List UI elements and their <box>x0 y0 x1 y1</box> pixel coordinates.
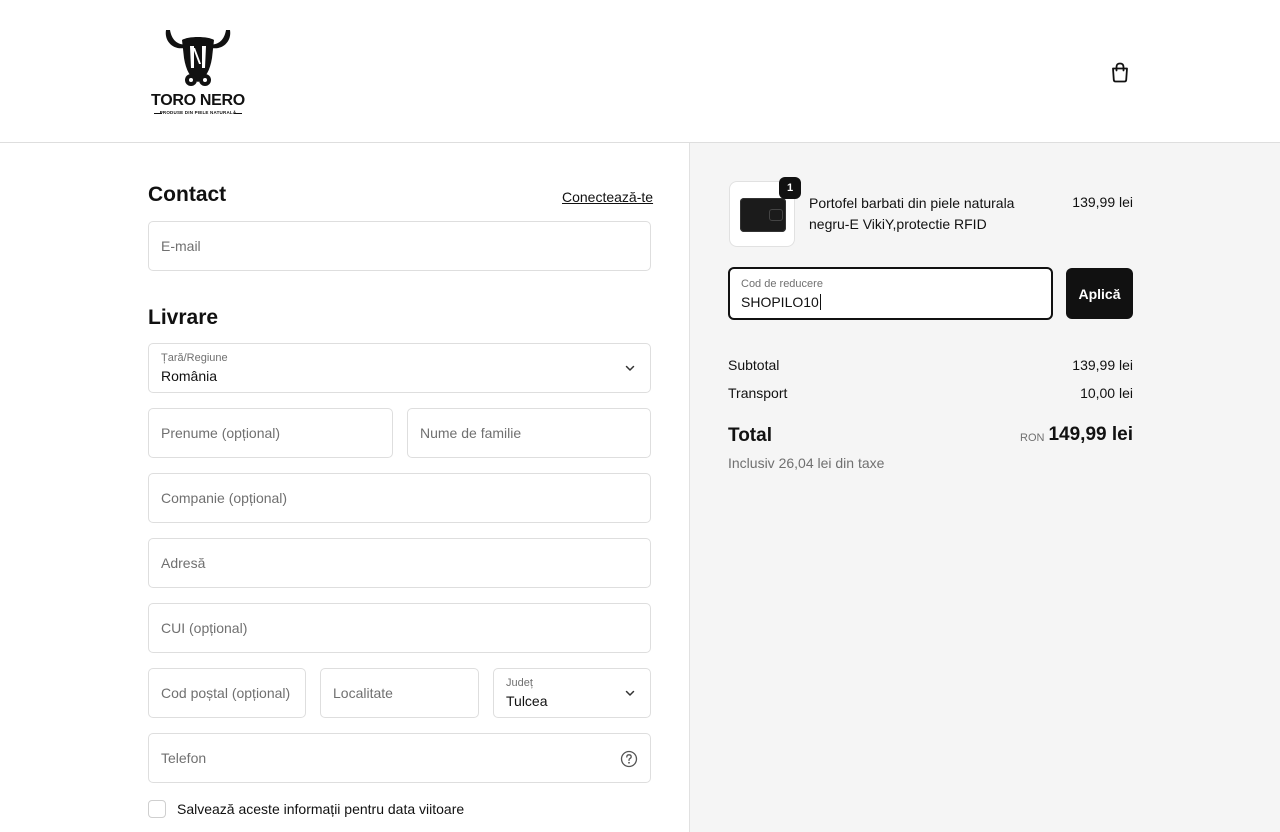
phone-field[interactable]: Telefon <box>148 733 651 783</box>
save-info-row[interactable]: Salvează aceste informații pentru data v… <box>148 799 464 819</box>
email-field[interactable]: E-mail <box>148 221 651 271</box>
help-circle-icon[interactable] <box>620 750 638 768</box>
first-name-placeholder: Prenume (opțional) <box>161 425 281 441</box>
email-placeholder: E-mail <box>161 238 201 254</box>
city-field[interactable]: Localitate <box>320 668 479 718</box>
discount-label: Cod de reducere <box>741 278 823 290</box>
subtotal-label: Subtotal <box>728 357 780 373</box>
quantity-badge: 1 <box>779 177 801 199</box>
bull-head-logo <box>165 30 231 86</box>
shipping-row: Transport 10,00 lei <box>728 385 1133 401</box>
cart-button[interactable] <box>1106 58 1134 86</box>
last-name-field[interactable]: Nume de familie <box>407 408 651 458</box>
country-select[interactable]: Țară/Regiune România <box>148 343 651 393</box>
country-label: Țară/Regiune <box>161 352 228 364</box>
order-summary: 1 Portofel barbati din piele naturala ne… <box>689 143 1280 832</box>
product-price: 139,99 lei <box>1072 194 1133 210</box>
county-value: Tulcea <box>506 693 548 709</box>
chevron-down-icon <box>625 690 635 696</box>
total-value: 149,99 lei <box>1048 424 1133 445</box>
postal-code-field[interactable]: Cod poștal (opțional) <box>148 668 306 718</box>
last-name-placeholder: Nume de familie <box>420 425 522 441</box>
wallet-image <box>740 198 786 232</box>
brand-tagline: PRODUSE DIN PIELE NATURALĂ <box>159 110 237 115</box>
county-select[interactable]: Județ Tulcea <box>493 668 651 718</box>
apply-discount-button[interactable]: Aplică <box>1066 268 1133 319</box>
discount-value-wrap: SHOPILO10 <box>741 294 821 310</box>
checkout-form: Contact Conectează-te E-mail Livrare Țar… <box>0 143 689 832</box>
site-header: TORO NERO PRODUSE DIN PIELE NATURALĂ <box>0 0 1280 143</box>
delivery-heading: Livrare <box>148 306 219 329</box>
save-info-checkbox[interactable] <box>148 800 166 818</box>
contact-heading: Contact <box>148 183 227 206</box>
shipping-label: Transport <box>728 385 788 401</box>
company-placeholder: Companie (opțional) <box>161 490 288 506</box>
text-caret <box>819 294 821 310</box>
subtotal-row: Subtotal 139,99 lei <box>728 357 1133 373</box>
shopping-bag-icon <box>1112 62 1128 83</box>
save-info-label: Salvează aceste informații pentru data v… <box>177 801 465 817</box>
discount-value: SHOPILO10 <box>741 294 819 310</box>
total-label: Total <box>728 425 772 446</box>
company-field[interactable]: Companie (opțional) <box>148 473 651 523</box>
subtotal-value: 139,99 lei <box>1072 357 1133 373</box>
cui-field[interactable]: CUI (opțional) <box>148 603 651 653</box>
product-name: Portofel barbati din piele naturala negr… <box>809 195 1015 232</box>
tax-note: Inclusiv 26,04 lei din taxe <box>728 455 885 471</box>
tagline-divider <box>234 113 242 114</box>
country-value: România <box>161 368 218 384</box>
postal-code-placeholder: Cod poștal (opțional) <box>161 685 291 701</box>
county-label: Județ <box>506 677 533 689</box>
discount-code-field[interactable]: Cod de reducere SHOPILO10 <box>728 267 1053 320</box>
chevron-down-icon <box>625 365 635 371</box>
brand-logo[interactable]: TORO NERO PRODUSE DIN PIELE NATURALĂ <box>148 24 248 118</box>
cui-placeholder: CUI (opțional) <box>161 620 248 636</box>
shipping-value: 10,00 lei <box>1080 385 1133 401</box>
address-placeholder: Adresă <box>161 555 206 571</box>
brand-name: TORO NERO <box>151 92 245 109</box>
login-link[interactable]: Conectează-te <box>562 189 653 205</box>
city-placeholder: Localitate <box>333 685 393 701</box>
first-name-field[interactable]: Prenume (opțional) <box>148 408 393 458</box>
address-field[interactable]: Adresă <box>148 538 651 588</box>
phone-placeholder: Telefon <box>161 750 207 766</box>
